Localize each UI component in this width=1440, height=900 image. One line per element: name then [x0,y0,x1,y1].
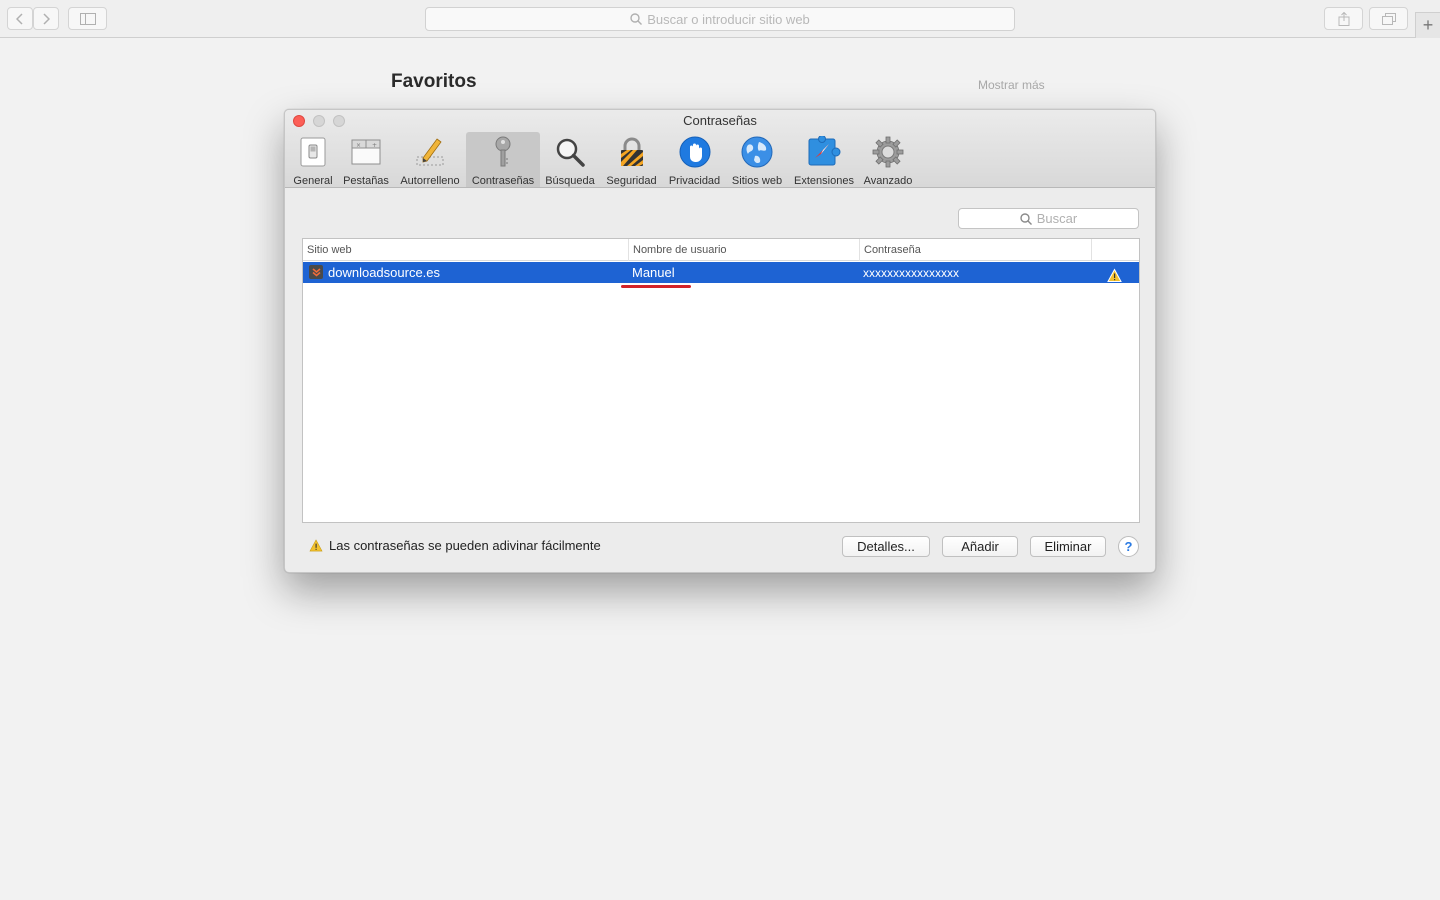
tab-seguridad-label: Seguridad [606,175,657,187]
gear-icon [871,135,905,169]
favorites-title: Favoritos [391,71,477,92]
tab-autorrelleno-label: Autorrelleno [400,175,460,187]
tab-sitios-web-label: Sitios web [731,175,783,187]
tabs-overview-icon [1381,12,1396,25]
address-bar[interactable]: Buscar o introducir sitio web [425,7,1015,31]
tab-pestanas-label: Pestañas [343,175,389,187]
tab-contrasenas-label: Contraseñas [471,175,535,187]
details-button[interactable]: Detalles... [842,536,930,557]
remove-button[interactable]: Eliminar [1030,536,1106,557]
tab-busqueda-label: Búsqueda [545,175,595,187]
row-site: downloadsource.es [328,265,441,280]
username-highlight-underline [621,285,691,288]
search-icon [1020,212,1032,225]
puzzle-compass-icon [807,135,841,169]
tab-extensiones[interactable]: Extensiones [790,132,858,187]
search-placeholder: Buscar [1036,211,1078,226]
warning-icon [309,539,323,552]
help-button[interactable]: ? [1118,536,1139,557]
column-header-password[interactable]: Contraseña [860,239,1092,261]
new-tab-button[interactable]: + [1415,12,1440,38]
tab-pestanas[interactable]: × + Pestañas [340,132,392,187]
tab-privacidad-label: Privacidad [668,175,721,187]
warning-icon [1107,268,1122,282]
switch-icon [296,135,330,169]
window-title: Contraseñas [683,113,757,128]
row-username: Manuel [632,265,675,280]
tab-autorrelleno[interactable]: Autorrelleno [395,132,465,187]
row-password: xxxxxxxxxxxxxxxx [863,266,959,280]
column-header-site[interactable]: Sitio web [303,239,629,261]
sidebar-icon [79,12,96,25]
tab-general[interactable]: General [289,132,337,187]
show-more-link[interactable]: Mostrar más [978,78,1045,92]
preferences-window: Contraseñas General × + Pestañas Autorrel… [284,109,1156,573]
passwords-table: Sitio web Nombre de usuario Contraseña d… [302,238,1140,523]
key-icon [486,135,520,169]
tabs-icon: × + [349,135,383,169]
passwords-search-field[interactable]: Buscar [958,208,1139,229]
browser-toolbar: Buscar o introducir sitio web + [0,0,1440,38]
pencil-icon [413,135,447,169]
column-header-username[interactable]: Nombre de usuario [629,239,860,261]
tab-contrasenas[interactable]: Contraseñas [466,132,540,187]
svg-text:+: + [372,142,377,149]
padlock-icon [615,135,649,169]
weak-password-warning: Las contraseñas se pueden adivinar fácil… [309,538,601,553]
tabs-overview-button[interactable] [1369,7,1408,30]
hand-icon [678,135,712,169]
address-placeholder: Buscar o introducir sitio web [647,11,810,27]
share-button[interactable] [1324,7,1363,30]
tab-avanzado[interactable]: Avanzado [861,132,915,187]
table-row[interactable]: downloadsource.es Manuel xxxxxxxxxxxxxxx… [303,262,1139,283]
chevron-left-icon [16,12,23,25]
globe-icon [740,135,774,169]
svg-text:×: × [356,142,361,149]
tab-extensiones-label: Extensiones [794,175,854,187]
site-favicon-icon [309,265,323,279]
tab-seguridad[interactable]: Seguridad [602,132,661,187]
tab-busqueda[interactable]: Búsqueda [542,132,598,187]
table-header: Sitio web Nombre de usuario Contraseña [303,239,1139,261]
share-icon [1338,11,1349,26]
warning-text: Las contraseñas se pueden adivinar fácil… [329,538,601,553]
chevron-right-icon [43,12,50,25]
forward-button[interactable] [33,7,59,30]
search-icon [630,13,643,25]
window-toolbar: Contraseñas General × + Pestañas Autorrel… [285,110,1155,188]
magnifier-icon [553,135,587,169]
add-button[interactable]: Añadir [942,536,1018,557]
back-button[interactable] [7,7,33,30]
tab-privacidad[interactable]: Privacidad [665,132,724,187]
tab-general-label: General [293,175,333,187]
tab-sitios-web[interactable]: Sitios web [727,132,787,187]
tab-avanzado-label: Avanzado [863,175,913,187]
sidebar-button[interactable] [68,7,107,30]
